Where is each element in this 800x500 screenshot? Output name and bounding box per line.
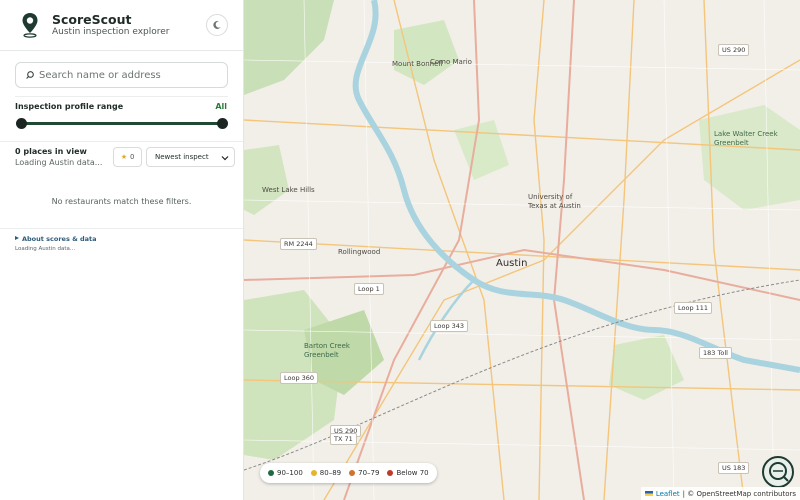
legend-dot-icon bbox=[310, 470, 317, 476]
empty-results-message: No restaurants match these filters. bbox=[51, 197, 192, 206]
map[interactable]: Austin Mount Bonnell Como Mario West Lak… bbox=[244, 0, 800, 500]
score-legend: 90–100 80–89 70–79 Below 70 bbox=[260, 463, 437, 483]
legend-item: 90–100 bbox=[268, 469, 303, 477]
search-icon bbox=[26, 71, 34, 79]
leaflet-link[interactable]: Leaflet bbox=[656, 490, 680, 498]
range-all-button[interactable]: All bbox=[215, 102, 227, 111]
search-box bbox=[15, 62, 228, 88]
theme-toggle-button[interactable] bbox=[206, 14, 228, 36]
help-widget-button[interactable] bbox=[762, 456, 794, 488]
legend-item: 70–79 bbox=[349, 469, 379, 477]
legend-label: Below 70 bbox=[396, 469, 429, 477]
range-label: Inspection profile range bbox=[15, 102, 124, 111]
legend-item: Below 70 bbox=[387, 469, 429, 477]
road-shield: Loop 111 bbox=[674, 302, 713, 314]
map-label: Lake Walter Creek Greenbelt bbox=[714, 130, 778, 147]
legend-item: 80–89 bbox=[310, 469, 342, 477]
map-label: University of Texas at Austin bbox=[528, 193, 581, 210]
divider bbox=[0, 141, 243, 142]
chevron-down-icon bbox=[221, 156, 229, 161]
disclosure-triangle-icon bbox=[15, 236, 19, 240]
road-shield: TX 71 bbox=[330, 433, 357, 445]
moon-icon bbox=[213, 20, 221, 29]
map-attribution: Leaflet | © OpenStreetMap contributors bbox=[640, 487, 800, 500]
ukraine-flag-icon bbox=[644, 491, 653, 496]
road-shield: US 183 bbox=[718, 462, 750, 474]
road-shield: Loop 1 bbox=[354, 283, 384, 295]
osm-attribution[interactable]: | © OpenStreetMap contributors bbox=[683, 490, 796, 498]
magnifier-chat-icon bbox=[769, 462, 789, 482]
brand-header: ScoreScout Austin inspection explorer bbox=[0, 0, 243, 51]
legend-dot-icon bbox=[268, 470, 274, 476]
range-slider-min-handle[interactable] bbox=[16, 118, 27, 129]
road-shield: US 290 bbox=[718, 44, 750, 56]
about-loading-status: Loading Austin data... bbox=[15, 246, 76, 252]
map-label: West Lake Hills bbox=[262, 186, 315, 194]
sort-select[interactable]: Newest inspect bbox=[146, 147, 235, 167]
legend-dot-icon bbox=[349, 470, 356, 476]
road-shield: Loop 343 bbox=[430, 320, 469, 332]
map-tiles bbox=[244, 0, 800, 500]
favorites-filter-button[interactable]: ★ 0 bbox=[113, 147, 142, 167]
places-count: 0 places in view bbox=[15, 147, 87, 156]
map-pin-icon bbox=[22, 13, 38, 38]
sidebar: ScoreScout Austin inspection explorer In… bbox=[0, 0, 244, 500]
app-subtitle: Austin inspection explorer bbox=[52, 27, 170, 37]
legend-label: 70–79 bbox=[358, 469, 380, 477]
map-label: Barton Creek Greenbelt bbox=[304, 342, 350, 359]
app: ScoreScout Austin inspection explorer In… bbox=[0, 0, 800, 500]
road-shield: RM 2244 bbox=[280, 238, 317, 250]
range-slider-max-handle[interactable] bbox=[217, 118, 228, 129]
city-label: Austin bbox=[496, 258, 528, 269]
loading-status: Loading Austin data... bbox=[15, 158, 103, 167]
range-slider-track[interactable] bbox=[20, 122, 223, 125]
map-label: Como Mario bbox=[430, 58, 472, 66]
legend-dot-icon bbox=[387, 470, 394, 476]
about-label: About scores & data bbox=[22, 235, 97, 243]
legend-label: 80–89 bbox=[319, 469, 342, 477]
divider bbox=[0, 228, 243, 229]
sort-select-value: Newest inspect bbox=[155, 153, 209, 161]
road-shield: Loop 360 bbox=[280, 372, 319, 384]
app-title: ScoreScout bbox=[52, 12, 132, 27]
about-toggle[interactable]: About scores & data bbox=[15, 235, 97, 243]
search-input[interactable] bbox=[39, 67, 224, 84]
divider bbox=[15, 96, 228, 97]
map-label: Rollingwood bbox=[338, 248, 381, 256]
star-icon: ★ bbox=[120, 154, 128, 161]
road-shield: 183 Toll bbox=[699, 347, 732, 359]
legend-label: 90–100 bbox=[277, 469, 303, 477]
favorites-count: 0 bbox=[130, 153, 135, 161]
